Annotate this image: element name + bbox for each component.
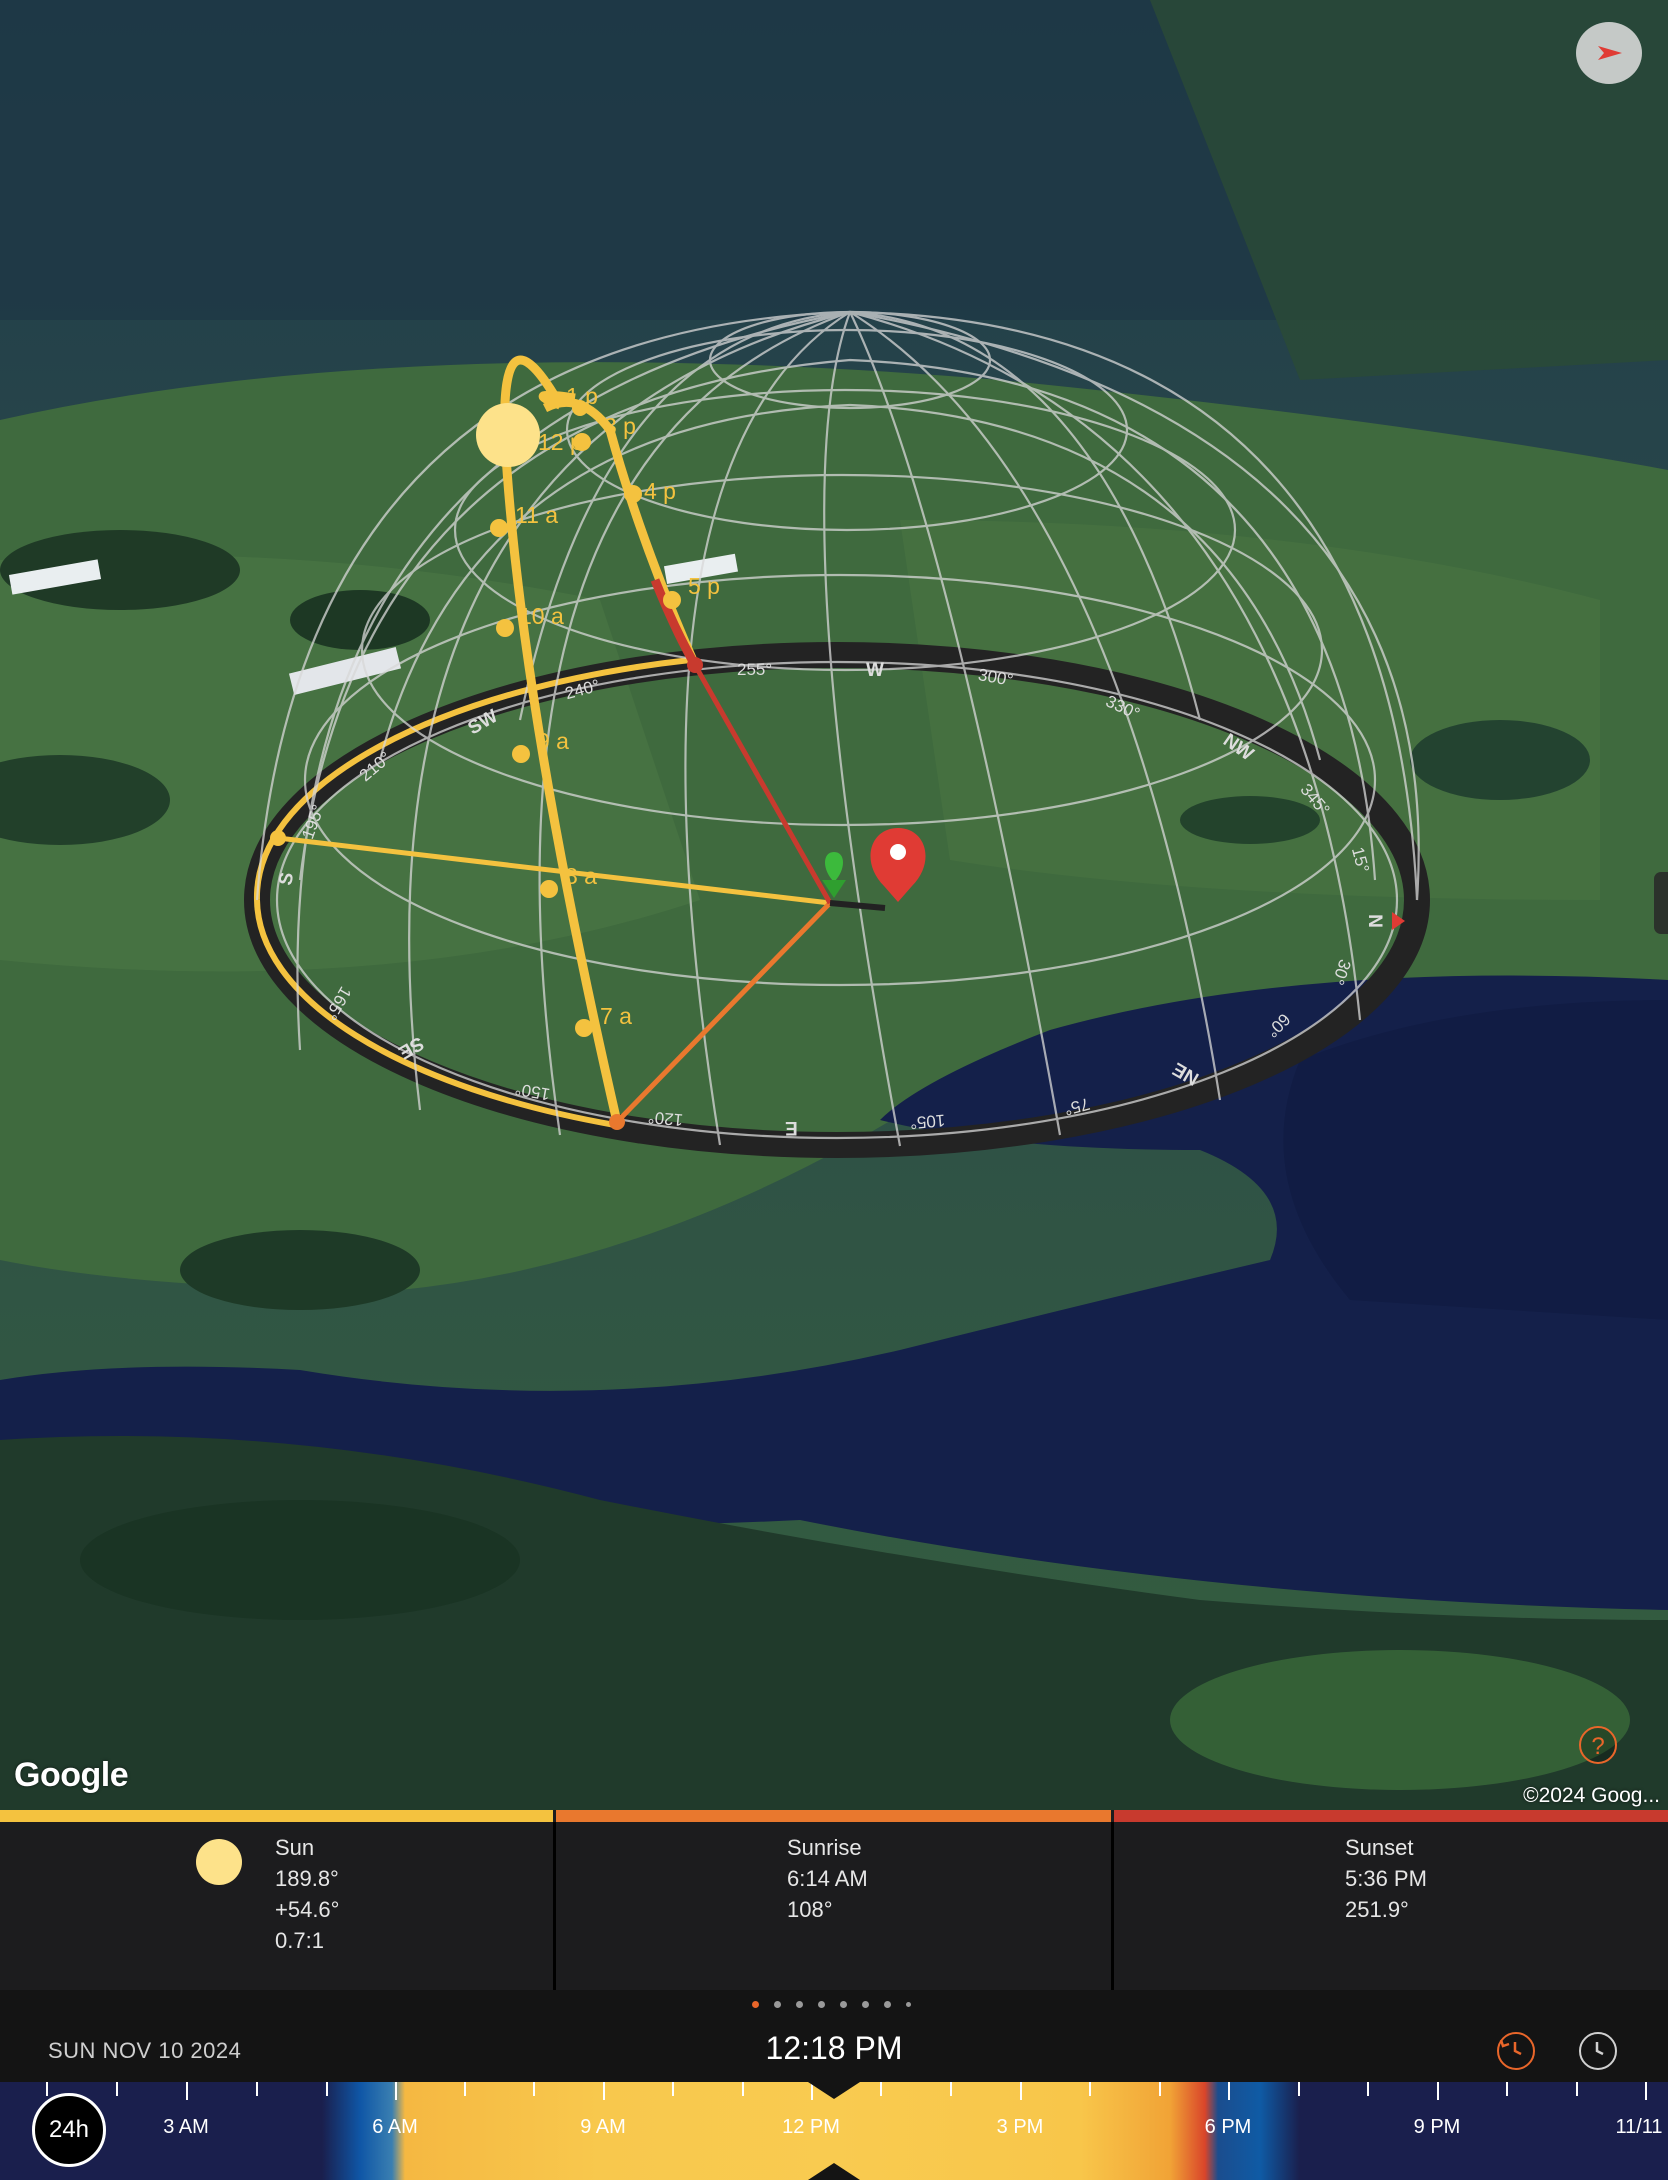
compass-button[interactable] [1576,22,1642,84]
history-clock-icon [1499,2039,1522,2055]
timeline-tick [1089,2082,1091,2096]
sunset-color-stripe [1114,1810,1668,1822]
timeline-label: 11/11 [1615,2116,1663,2138]
timeline-pointer-bottom [808,2163,860,2180]
sun-color-stripe [0,1810,553,1822]
timeline-label: 3 AM [163,2116,209,2138]
sunset-card[interactable]: Sunset 5:36 PM 251.9° [1345,1832,1427,1925]
page-dot [774,2001,781,2008]
hour-label: 12 p [538,429,583,455]
timeline-tick [880,2082,882,2096]
timeline-tick [1645,2082,1647,2100]
timeline-label: 6 PM [1204,2116,1252,2138]
timeline-label: 3 PM [996,2116,1044,2138]
timeline-tick [1506,2082,1508,2096]
map-view[interactable]: 7 a 8 a 9 a 10 a 11 a 12 p 1 p 3 p 4 p 5… [0,0,1668,1810]
column-divider [553,1822,556,1990]
timeline-tick [950,2082,952,2096]
sun-shadow-ratio: 0.7:1 [275,1928,324,1953]
timeline-tick [395,2082,397,2100]
question-circle-icon: ? [1591,1733,1605,1760]
sunrise-time: 6:14 AM [787,1866,868,1891]
hour-label: 7 a [600,1003,632,1029]
map-copyright: ©2024 Goog... [1523,1784,1660,1807]
time-label[interactable]: 12:18 PM [720,2030,948,2067]
google-logo: Google [14,1756,129,1794]
page-dot [840,2001,847,2008]
sunrise-label: Sunrise [787,1835,862,1860]
hour-label: 11 a [515,502,559,528]
compass-arrow-icon [1598,46,1622,60]
compass-label: E [785,1117,798,1138]
observer-pin-icon [825,852,843,882]
timeline-tick [256,2082,258,2096]
sun-card[interactable]: Sun 189.8° +54.6° 0.7:1 [275,1832,339,1956]
timeline-tick [603,2082,605,2100]
compass-label: 105° [909,1110,946,1133]
timeline-tick [1159,2082,1161,2096]
timeline-tick [1576,2082,1578,2096]
compass-label: 255° [737,660,773,679]
clock-icon [1595,2041,1604,2055]
timeline-label: 12 PM [782,2116,840,2138]
compass-label: N [1363,914,1385,928]
timeline-pointer-top [808,2082,860,2099]
sun-icon [476,403,540,467]
page-dot [818,2001,825,2008]
hour-label: 3 p [604,413,636,439]
sunrise-azimuth: 108° [787,1897,833,1922]
date-label[interactable]: SUN NOV 10 2024 [48,2038,241,2064]
column-divider [1111,1822,1114,1990]
sunrise-color-stripe [556,1810,1111,1822]
timeline-tick [533,2082,535,2096]
sunrise-card[interactable]: Sunrise 6:14 AM 108° [787,1832,868,1925]
timeline-tick [672,2082,674,2096]
side-panel-handle[interactable] [1654,872,1668,934]
page-dot [752,2001,759,2008]
location-pin-icon [870,828,926,902]
current-time-button[interactable] [1579,2032,1617,2070]
timeline-tick [326,2082,328,2096]
hour-label: 8 a [565,863,597,889]
timeline-label: 9 AM [580,2116,626,2138]
sun-label: Sun [275,1835,315,1860]
sunrise-azimuth-line [615,901,832,1124]
timeline-tick [116,2082,118,2096]
hour-label: 1 p [566,383,598,409]
timeline-label: 6 AM [372,2116,418,2138]
reset-time-button[interactable] [1497,2032,1535,2070]
sun-path-overlay [244,310,1430,1158]
24h-toggle-button[interactable]: 24h [32,2093,106,2167]
page-dot [884,2001,891,2008]
timeline-tick [1367,2082,1369,2096]
timeline-tick [186,2082,188,2100]
page-dot [862,2001,869,2008]
timeline-tick [1298,2082,1300,2096]
help-button[interactable]: ? [1579,1726,1617,1764]
timeline-label: 9 PM [1413,2116,1461,2138]
sun-icon [196,1839,242,1885]
hour-label: 4 p [644,478,676,504]
timeline-tick [1020,2082,1022,2100]
sunset-azimuth: 251.9° [1345,1897,1409,1922]
hour-label: 10 a [519,603,564,629]
sun-azimuth: 189.8° [275,1866,339,1891]
page-dot [796,2001,803,2008]
sunset-azimuth-line [692,663,833,905]
page-dot [906,2002,911,2007]
timeline-tick [1437,2082,1439,2100]
timeline-tick [1228,2082,1230,2100]
timeline-tick [464,2082,466,2096]
hour-label: 9 a [537,728,569,754]
timeline-tick [46,2082,48,2096]
compass-label: 120° [647,1107,684,1130]
sunset-time: 5:36 PM [1345,1866,1427,1891]
sun-altitude: +54.6° [275,1897,340,1922]
hour-label: 5 p [688,573,720,599]
timeline-tick [742,2082,744,2096]
sunset-label: Sunset [1345,1835,1414,1860]
compass-label: W [866,660,884,681]
